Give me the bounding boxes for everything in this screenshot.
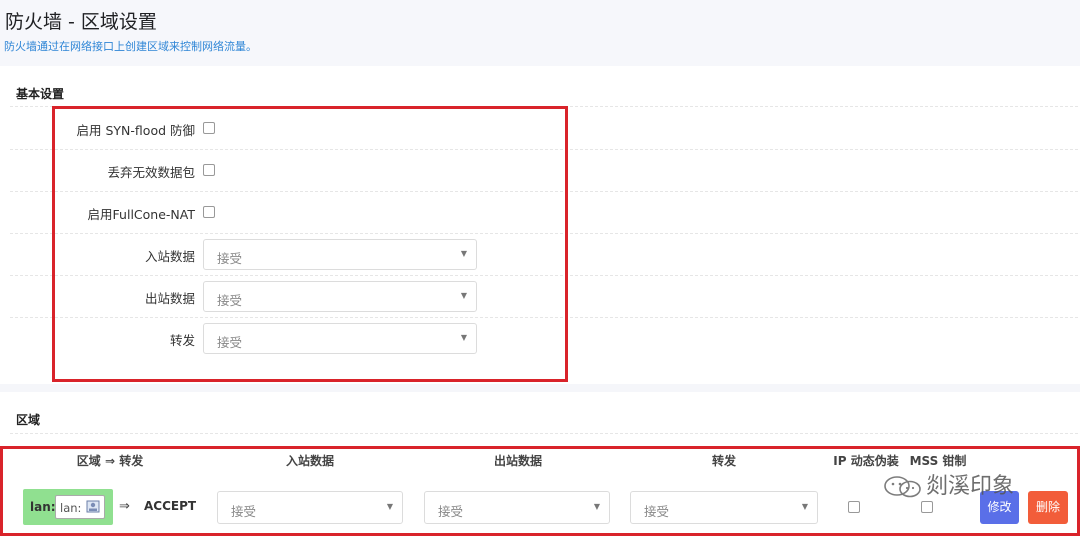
page-header: 防火墙 - 区域设置 防火墙通过在网络接口上创建区域来控制网络流量。 <box>0 0 1080 66</box>
divider <box>10 433 1078 434</box>
basic-settings-title: 基本设置 <box>16 87 65 101</box>
page-description: 防火墙通过在网络接口上创建区域来控制网络流量。 <box>4 40 257 53</box>
section-separator <box>0 384 1080 392</box>
highlight-box-zones <box>0 446 1080 536</box>
zones-section-title: 区域 <box>16 413 41 427</box>
page-title: 防火墙 - 区域设置 <box>5 11 157 33</box>
highlight-box-basic <box>52 106 568 382</box>
